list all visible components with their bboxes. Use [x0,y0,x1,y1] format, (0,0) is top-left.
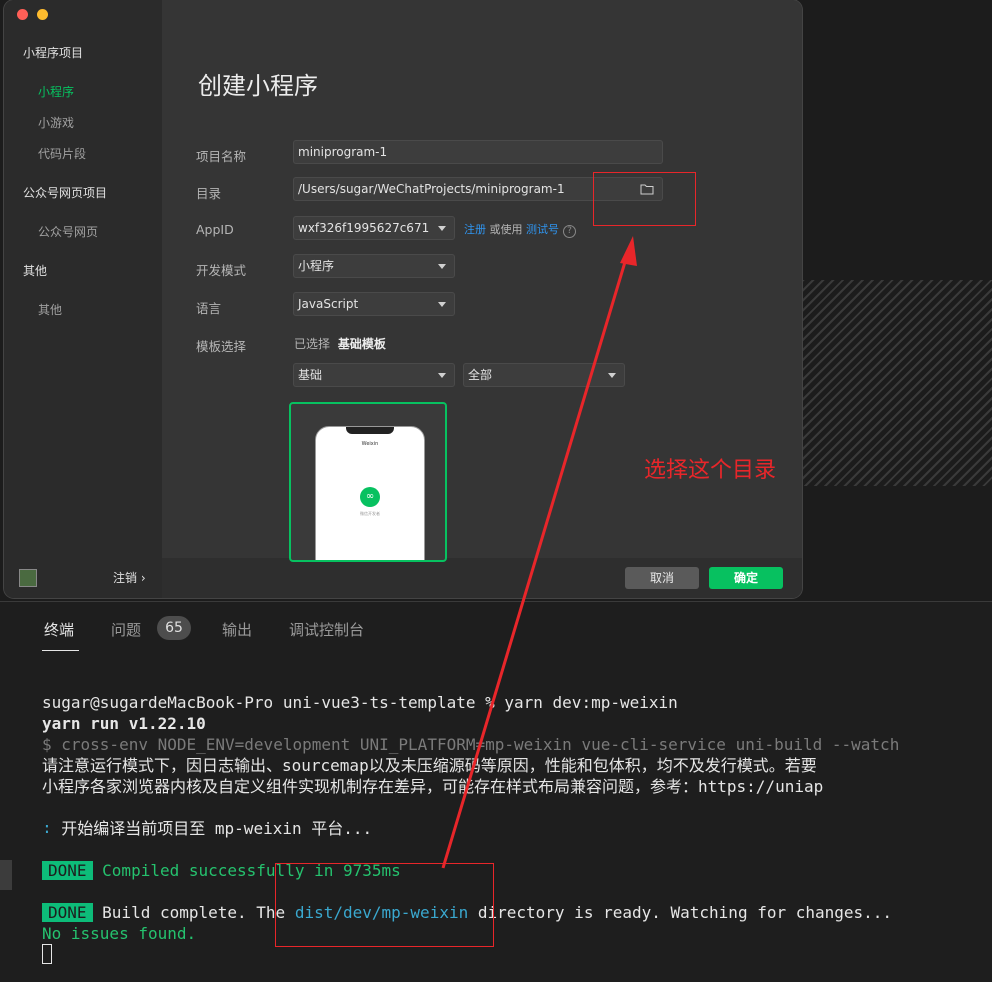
minimize-window-button[interactable] [37,9,48,20]
terminal-cursor-line [42,944,52,966]
sidebar-group-miniprogram: 小程序项目 [23,46,84,60]
phone-preview-title: Weixin [361,441,379,447]
close-window-button[interactable] [17,9,28,20]
spinner-icon: ∶ [42,819,52,838]
build-suffix-text: directory is ready. Watching for changes… [468,903,893,922]
template-selected-prefix: 已选择 [294,337,331,351]
chevron-down-icon [438,264,446,269]
phone-preview-caption: 微信开发者 [360,511,380,516]
avatar[interactable] [19,569,37,587]
terminal-cursor[interactable] [42,944,52,964]
chevron-down-icon [438,373,446,378]
phone-preview-image: Weixin ∞ 微信开发者 [315,426,425,560]
template-filter-select[interactable]: 全部 [463,363,625,387]
tab-problems[interactable]: 问题 [111,619,141,640]
template-category-select[interactable]: 基础 [293,363,455,387]
dialog-footer [162,558,802,598]
template-card-basic[interactable]: Weixin ∞ 微信开发者 [289,402,447,562]
template-filter-value: 全部 [468,368,493,382]
terminal-scroll-marker[interactable] [0,860,12,890]
terminal-prompt-line: sugar@sugardeMacBook-Pro uni-vue3-ts-tem… [42,693,678,712]
dev-mode-value: 小程序 [298,259,335,273]
template-selected: 已选择 基础模板 [294,335,386,352]
sidebar-item-code-snippet[interactable]: 代码片段 [38,145,86,162]
annotation-box-folder [593,172,696,226]
terminal-no-issues-line: No issues found. [42,924,197,943]
chevron-down-icon [438,226,446,231]
dialog-title: 创建小程序 [198,72,318,100]
terminal-compiling-line: ∶ 开始编译当前项目至 mp-weixin 平台... [42,818,372,839]
sidebar-item-other[interactable]: 其他 [38,301,62,318]
active-tab-indicator [42,650,79,651]
terminal-yarn-version: yarn run v1.22.10 [42,714,206,733]
template-selected-value: 基础模板 [337,337,386,351]
or-use-text: 或使用 [486,223,526,236]
terminal-notice-line: 请注意运行模式下，因日志输出、sourcemap以及未压缩源码等原因，性能和包体… [42,756,817,775]
help-icon[interactable]: ? [563,225,576,238]
directory-value: /Users/sugar/WeChatProjects/miniprogram-… [298,182,565,196]
directory-label: 目录 [196,186,222,201]
panel-tabs: 终端 问题 65 输出 调试控制台 [0,602,992,652]
miniprogram-logo-icon: ∞ [360,487,380,507]
dev-mode-select[interactable]: 小程序 [293,254,455,278]
chevron-down-icon [608,373,616,378]
problems-count-badge: 65 [157,616,191,640]
sidebar-item-official-web[interactable]: 公众号网页 [38,223,98,240]
template-category-value: 基础 [298,368,323,382]
sidebar-group-official-web: 公众号网页项目 [23,186,108,200]
tab-debug-console[interactable]: 调试控制台 [289,619,364,640]
appid-select[interactable]: wxf326f1995627c671 [293,216,455,240]
tab-output[interactable]: 输出 [222,619,252,640]
confirm-button[interactable]: 确定 [709,567,783,589]
done-badge: DONE [42,861,93,880]
done-badge: DONE [42,903,93,922]
annotation-text: 选择这个目录 [644,458,777,483]
terminal-command-line: $ cross-env NODE_ENV=development UNI_PLA… [42,735,900,754]
appid-links: 注册 或使用 测试号? [464,221,576,238]
project-name-label: 项目名称 [196,149,247,164]
diff-hatch-region [802,280,992,486]
language-label: 语言 [196,301,222,316]
template-label: 模板选择 [196,339,247,354]
tab-terminal[interactable]: 终端 [44,619,74,640]
appid-value: wxf326f1995627c671 [298,221,430,235]
sidebar-group-other: 其他 [23,264,48,278]
annotation-box-output-path [275,863,494,947]
cancel-button[interactable]: 取消 [625,567,699,589]
build-prefix-text: Build complete. The [92,903,295,922]
phone-notch [346,427,394,434]
create-project-dialog: 小程序项目 小程序 小游戏 代码片段 公众号网页项目 公众号网页 其他 其他 注… [4,0,802,598]
appid-label: AppID [196,222,234,237]
logout-link[interactable]: 注销 › [113,569,146,586]
register-link[interactable]: 注册 [464,223,486,236]
test-account-link[interactable]: 测试号 [526,223,559,236]
project-type-sidebar: 小程序项目 小程序 小游戏 代码片段 公众号网页项目 公众号网页 其他 其他 注… [4,0,162,598]
chevron-down-icon [438,302,446,307]
sidebar-item-miniprogram[interactable]: 小程序 [38,83,74,100]
terminal-notice-line: 小程序各家浏览器内核及自定义组件实现机制存在差异，可能存在样式布局兼容问题，参考… [42,777,824,796]
dev-mode-label: 开发模式 [196,263,247,278]
compiling-text: 开始编译当前项目至 mp-weixin 平台... [51,819,373,838]
language-value: JavaScript [298,297,359,311]
language-select[interactable]: JavaScript [293,292,455,316]
project-name-input[interactable]: miniprogram-1 [293,140,663,164]
sidebar-item-minigame[interactable]: 小游戏 [38,114,74,131]
